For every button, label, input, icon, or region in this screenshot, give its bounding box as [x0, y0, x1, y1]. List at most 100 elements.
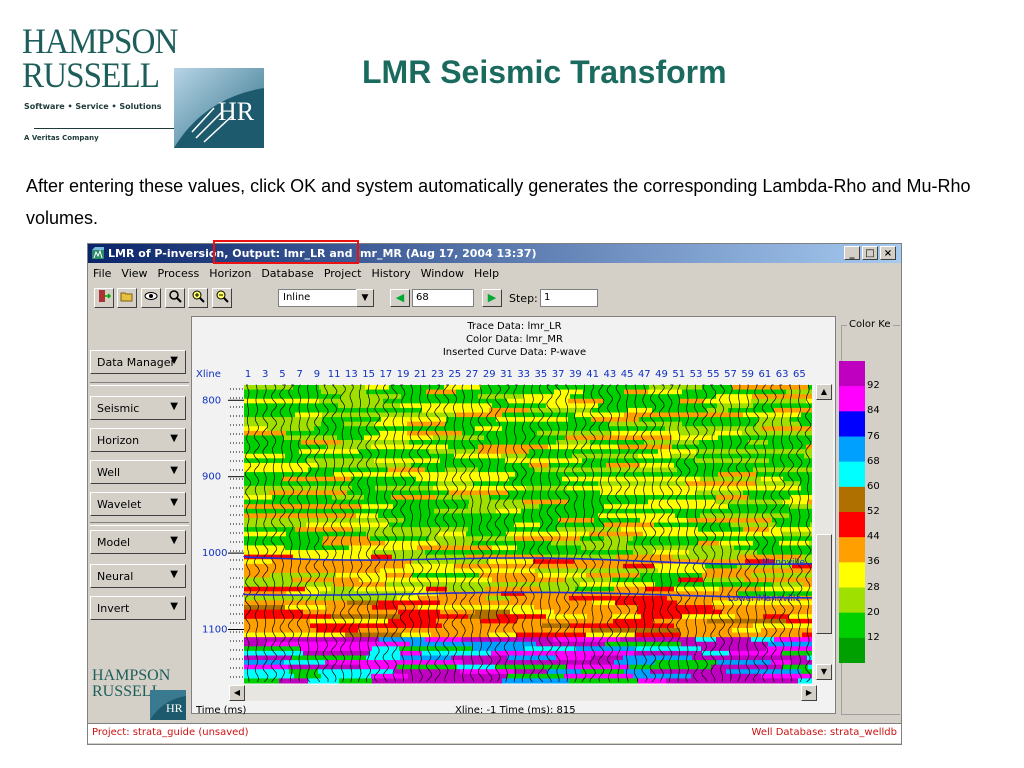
color-key-label: 44: [867, 531, 880, 543]
chevron-down-icon: ▼: [170, 569, 178, 580]
logo-tagline: Software • Service • Solutions: [24, 102, 162, 111]
menu-process[interactable]: Process: [153, 264, 205, 280]
xline-tick-label: 65: [793, 369, 806, 380]
data-manager-button[interactable]: Data Manager ▼: [90, 350, 186, 374]
horizon-label-lower-mannville: Lower Mannville: [728, 594, 801, 604]
next-inline-button[interactable]: ▶: [482, 289, 502, 307]
scroll-up-icon[interactable]: ▲: [816, 384, 832, 400]
vertical-scrollbar[interactable]: ▲ ▼: [815, 384, 833, 680]
xline-tick-label: 45: [621, 369, 634, 380]
exit-icon[interactable]: [94, 288, 114, 308]
horizontal-scrollbar[interactable]: ◀ ▶: [229, 685, 817, 701]
xline-tick-label: 11: [328, 369, 341, 380]
menu-history[interactable]: History: [366, 264, 415, 280]
menu-help[interactable]: Help: [469, 264, 504, 280]
color-key-swatch: [839, 461, 865, 488]
xline-tick-label: 13: [345, 369, 358, 380]
color-key-swatch: [839, 537, 865, 563]
wavelet-button[interactable]: Wavelet ▼: [90, 492, 186, 516]
chevron-down-icon[interactable]: ▼: [356, 289, 374, 307]
step-field[interactable]: 1: [540, 289, 598, 307]
color-key-title: Color Ke: [847, 319, 893, 330]
magnify-icon[interactable]: [165, 288, 185, 308]
xline-tick-label: 47: [638, 369, 651, 380]
color-key-label: 68: [867, 455, 880, 467]
menu-view[interactable]: View: [116, 264, 152, 280]
xline-tick-label: 41: [586, 369, 599, 380]
menu-bar: File View Process Horizon Database Project His…: [88, 264, 901, 283]
menu-window[interactable]: Window: [416, 264, 469, 280]
vertical-scroll-thumb[interactable]: [816, 534, 832, 634]
xline-tick-label: 29: [483, 369, 496, 380]
color-key-label: 12: [867, 631, 880, 643]
xline-tick-label: 59: [741, 369, 754, 380]
xline-tick-label: 27: [466, 369, 479, 380]
xline-tick-label: 49: [655, 369, 668, 380]
app-window: LMR of P-inversion, Output: lmr_LR and l…: [87, 240, 902, 745]
color-key-label: 20: [867, 606, 880, 618]
svg-text:HR: HR: [218, 97, 255, 126]
seismic-color-bands: [244, 385, 812, 684]
inline-number-field[interactable]: 68: [412, 289, 474, 307]
invert-button[interactable]: Invert ▼: [90, 596, 186, 620]
color-key-swatch: [839, 512, 865, 538]
color-key-bar: [839, 361, 865, 663]
cursor-readout: Xline: -1 Time (ms): 815: [455, 705, 576, 716]
logo-line-1: HAMPSON: [22, 21, 178, 61]
menu-file[interactable]: File: [88, 264, 116, 280]
color-key-swatch: [839, 386, 865, 412]
minimize-button[interactable]: _: [844, 246, 860, 260]
xline-tick-label: 15: [362, 369, 375, 380]
menu-horizon[interactable]: Horizon: [204, 264, 256, 280]
horizon-button[interactable]: Horizon ▼: [90, 428, 186, 452]
xline-tick-label: 5: [279, 369, 285, 380]
window-titlebar[interactable]: LMR of P-inversion, Output: lmr_LR and l…: [88, 240, 901, 264]
xline-tick-label: 43: [603, 369, 616, 380]
logo-line-2: RUSSELL: [22, 55, 160, 95]
project-status: Project: strata_guide (unsaved): [92, 727, 249, 738]
well-button[interactable]: Well ▼: [90, 460, 186, 484]
color-key-swatch: [839, 637, 865, 663]
maximize-button[interactable]: □: [862, 246, 878, 260]
xline-tick-label: 9: [314, 369, 320, 380]
scroll-down-icon[interactable]: ▼: [816, 664, 832, 680]
color-key-swatch: [839, 612, 865, 639]
chevron-down-icon: ▼: [170, 433, 178, 444]
previous-inline-button[interactable]: ◀: [390, 289, 410, 307]
chevron-down-icon: ▼: [170, 465, 178, 476]
svg-text:HR: HR: [166, 701, 183, 715]
xline-tick-label: 51: [672, 369, 685, 380]
color-key-swatch: [839, 587, 865, 614]
logo-company: A Veritas Company: [24, 134, 99, 142]
zoom-in-icon[interactable]: [188, 288, 208, 308]
chevron-down-icon: ▼: [170, 355, 178, 366]
color-key-label: 52: [867, 506, 880, 517]
chevron-down-icon: ▼: [170, 401, 178, 412]
seismic-button[interactable]: Seismic ▼: [90, 396, 186, 420]
slide-title: LMR Seismic Transform: [362, 54, 727, 90]
neural-button[interactable]: Neural ▼: [90, 564, 186, 588]
xline-tick-label: 1: [245, 369, 251, 380]
color-key-swatch: [839, 486, 865, 513]
close-button[interactable]: ×: [880, 246, 896, 260]
model-button[interactable]: Model ▼: [90, 530, 186, 554]
time-tick-dots: [230, 388, 244, 678]
seismic-plot-area[interactable]: Trace Data: lmr_LR Color Data: lmr_MR In…: [191, 316, 836, 714]
divider: [90, 522, 189, 526]
color-key-label: 60: [867, 480, 880, 492]
zoom-out-icon[interactable]: [212, 288, 232, 308]
step-label: Step:: [509, 292, 538, 305]
chevron-down-icon: ▼: [170, 497, 178, 508]
time-tick-label: 1100: [202, 625, 227, 636]
eye-icon[interactable]: [141, 288, 161, 308]
open-folder-icon[interactable]: [117, 288, 137, 308]
wavelet-label: Wavelet: [97, 498, 142, 511]
menu-database[interactable]: Database: [256, 264, 319, 280]
xline-tick-label: 19: [397, 369, 410, 380]
seismic-section[interactable]: MannvilleLower MannvilleXline 1 3 5 7 9 11 13 15…: [192, 317, 837, 715]
scroll-left-icon[interactable]: ◀: [229, 685, 245, 701]
xline-axis-label: Xline: [196, 369, 221, 380]
scroll-right-icon[interactable]: ▶: [801, 685, 817, 701]
chevron-down-icon: ▼: [170, 601, 178, 612]
menu-project[interactable]: Project: [319, 264, 367, 280]
